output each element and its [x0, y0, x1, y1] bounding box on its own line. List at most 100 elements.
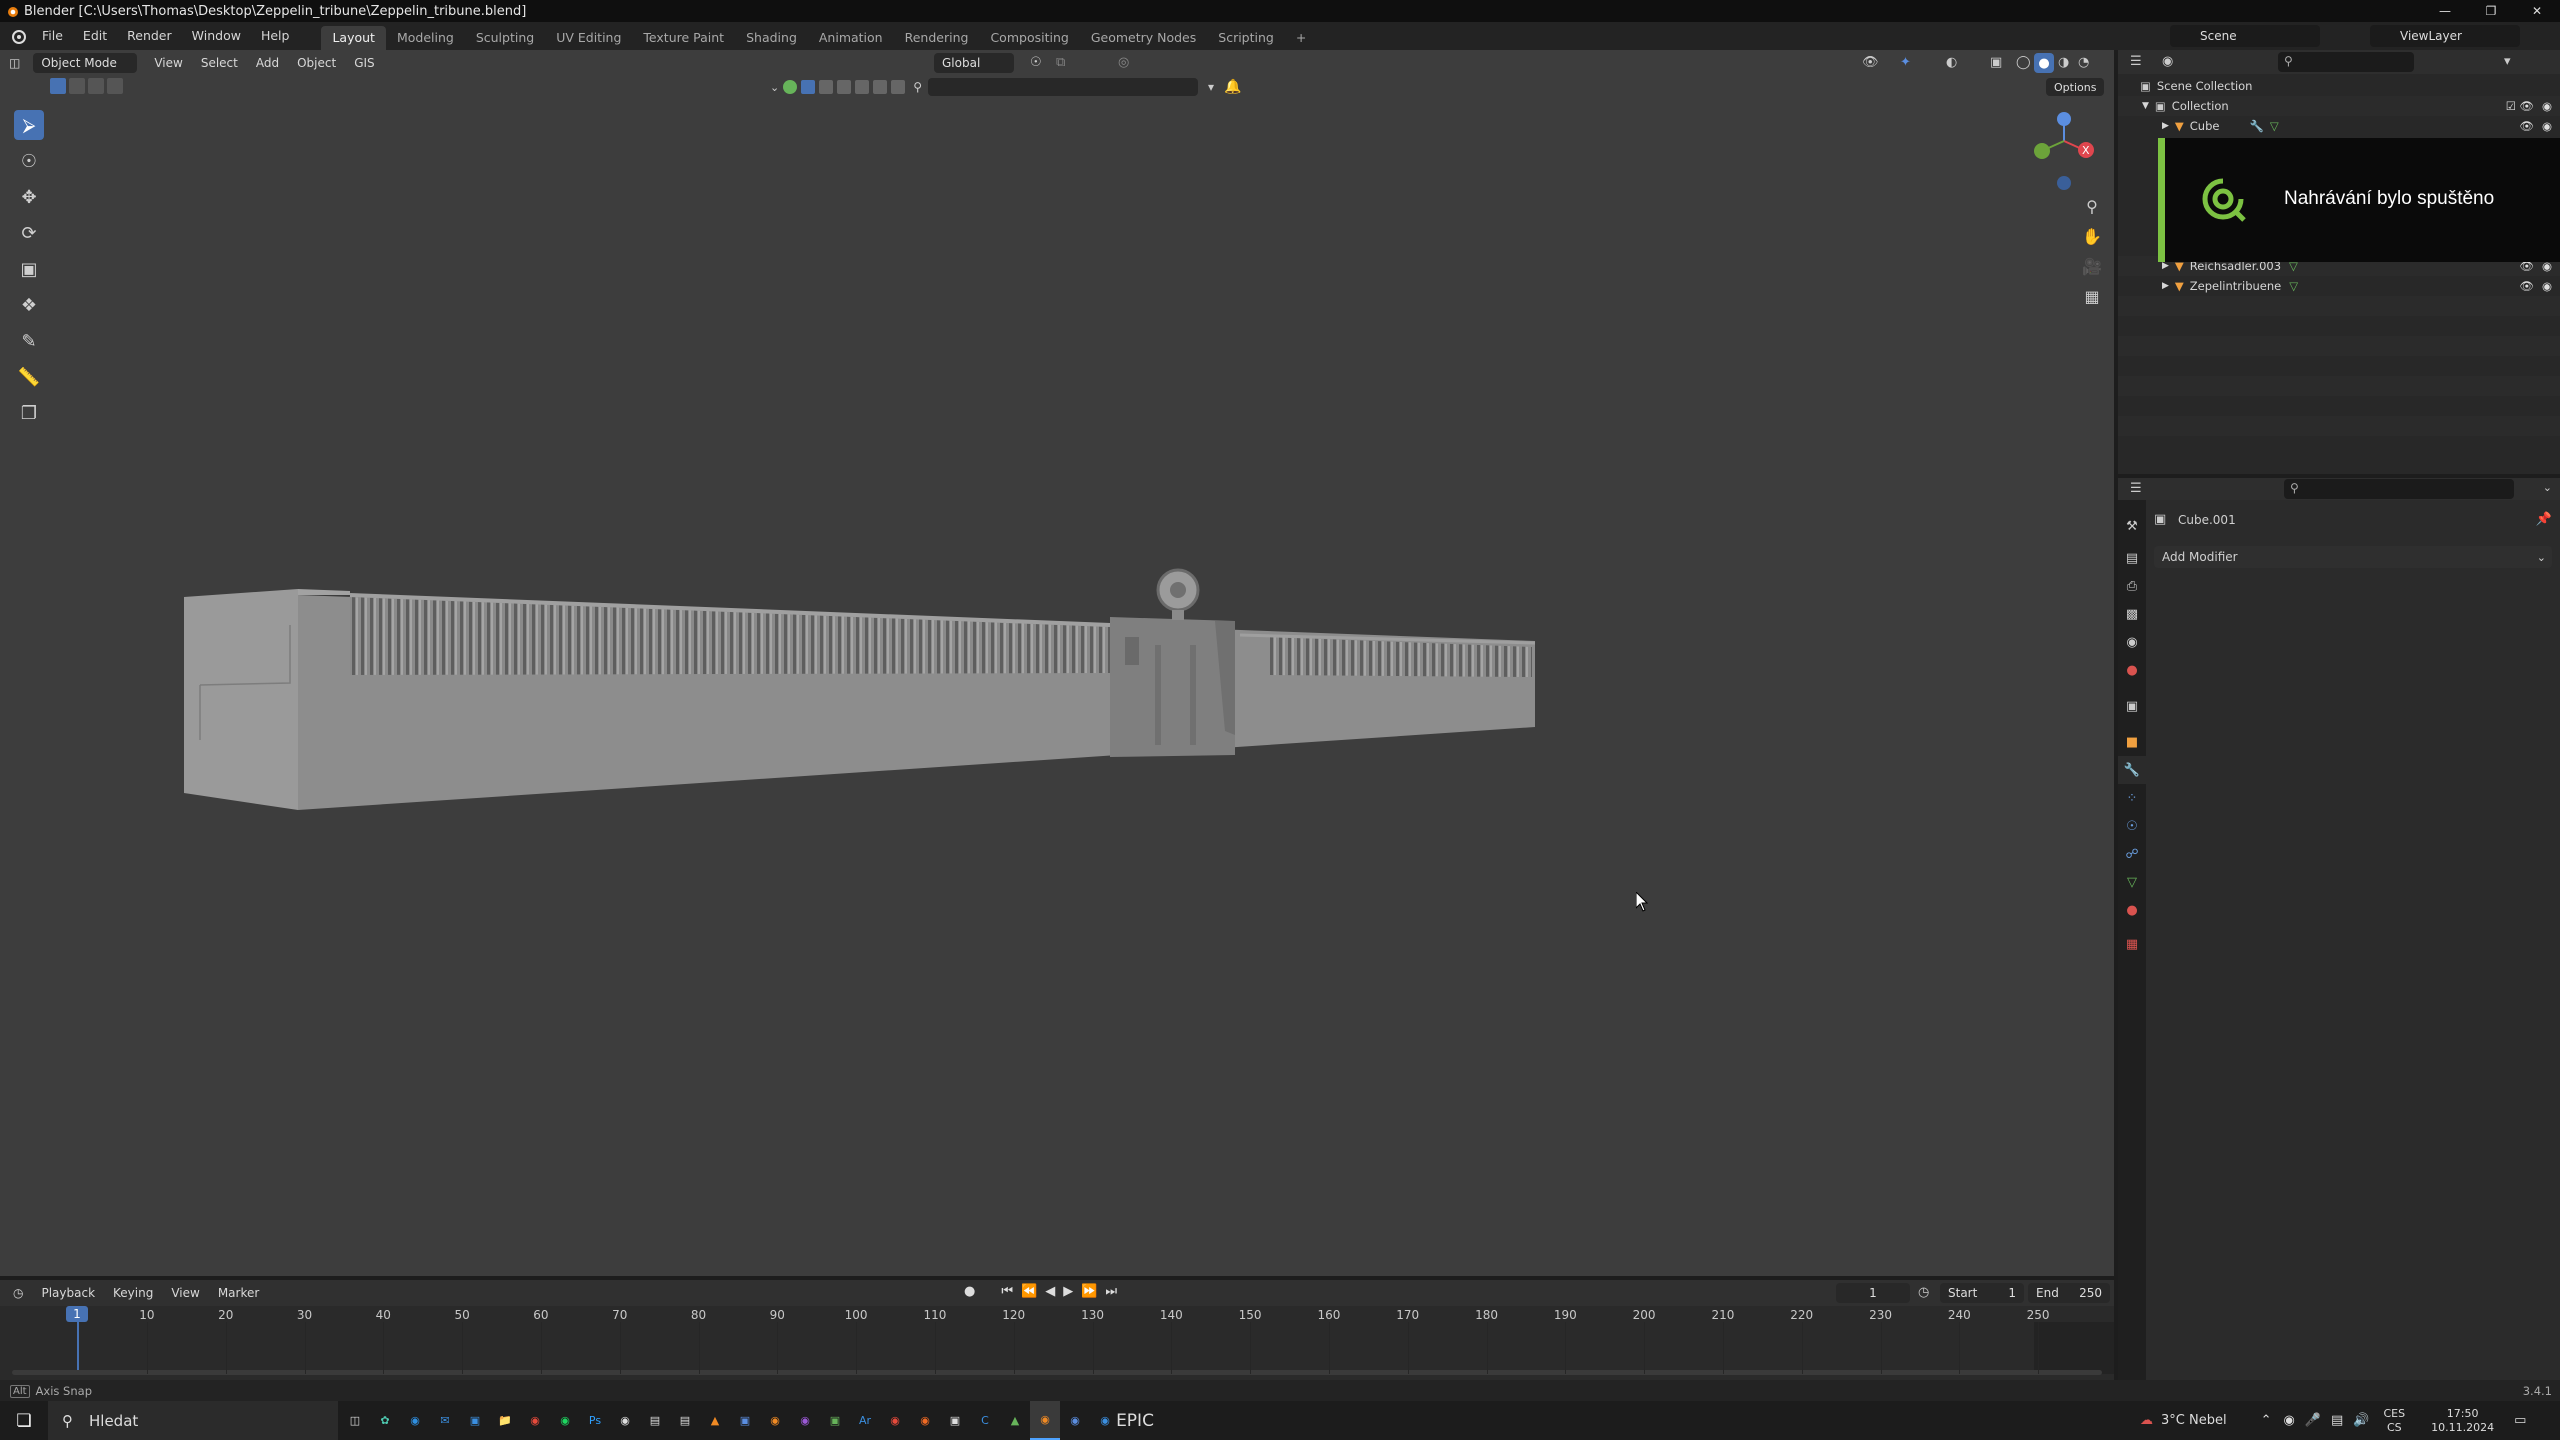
expand-arrow-icon[interactable]: ▼ — [2142, 101, 2149, 111]
properties-search-input[interactable] — [2284, 479, 2514, 499]
pin-icon[interactable]: 📌 — [2536, 512, 2552, 527]
camera-icon[interactable]: ◉ — [2542, 99, 2552, 113]
viewport-search-input[interactable] — [928, 78, 1199, 96]
measure-tool[interactable]: 📏 — [14, 362, 44, 392]
tab-texture-paint[interactable]: Texture Paint — [632, 26, 735, 50]
filter-curve-icon[interactable] — [819, 80, 834, 94]
files-icon[interactable]: 📁 — [490, 1401, 520, 1440]
menu-view[interactable]: View — [162, 1286, 208, 1300]
photoshop-icon[interactable]: Ps — [580, 1401, 610, 1440]
chevron-down-icon[interactable]: ⌄ — [2543, 481, 2552, 494]
constraints-tab-icon[interactable]: ☍ — [2118, 840, 2146, 868]
app-ar-icon[interactable]: Ar — [850, 1401, 880, 1440]
tray-chevron-icon[interactable]: ⌃ — [2261, 1413, 2272, 1428]
proportional-edit-icon[interactable]: ◎ — [1118, 55, 1129, 70]
bell-icon[interactable]: 🔔 — [1224, 79, 1241, 95]
app-green-icon[interactable]: ✿ — [370, 1401, 400, 1440]
add-modifier-button[interactable]: Add Modifier ⌄ — [2154, 546, 2552, 568]
menu-edit[interactable]: Edit — [73, 22, 117, 50]
menu-keying[interactable]: Keying — [104, 1286, 162, 1300]
app-orange-icon[interactable]: ◉ — [910, 1401, 940, 1440]
select-box-tool[interactable]: ⮚ — [14, 110, 44, 140]
app-bird-icon[interactable]: ◉ — [1060, 1401, 1090, 1440]
app-dark-icon[interactable]: ▣ — [940, 1401, 970, 1440]
object-type-icon[interactable] — [783, 80, 798, 94]
render-tab-icon[interactable]: ▤ — [2118, 544, 2146, 572]
gizmo-icon[interactable]: ✦ — [1900, 55, 1911, 70]
prev-keyframe-icon[interactable]: ⏪ — [1021, 1284, 1037, 1299]
outliner-item-zepelintribuene[interactable]: ▶ ▼ Zepelintribuene ▽ 👁 ◉ — [2118, 276, 2560, 296]
mail-icon[interactable]: ✉ — [430, 1401, 460, 1440]
scale-tool[interactable]: ▣ — [14, 254, 44, 284]
eye-icon[interactable]: 👁 — [2519, 279, 2534, 293]
microphone-icon[interactable]: 🎤 — [2305, 1413, 2321, 1428]
document2-icon[interactable]: ▤ — [670, 1401, 700, 1440]
record-button[interactable]: ● — [964, 1284, 975, 1299]
menu-select[interactable]: Select — [192, 56, 247, 70]
expand-arrow-icon[interactable]: ▶ — [2162, 261, 2169, 271]
annotate-tool[interactable]: ✎ — [14, 326, 44, 356]
material-tab-icon[interactable]: ● — [2118, 896, 2146, 924]
output-tab-icon[interactable]: ⎙ — [2118, 572, 2146, 600]
wireframe-shading-icon[interactable]: ◯ — [2016, 55, 2031, 70]
blender-icon[interactable]: ◉ — [760, 1401, 790, 1440]
network-icon[interactable]: ▤ — [2331, 1413, 2343, 1428]
camera-icon[interactable]: ◉ — [2542, 279, 2552, 293]
app-purple-icon[interactable]: ◉ — [790, 1401, 820, 1440]
app-green2-icon[interactable]: ▣ — [820, 1401, 850, 1440]
outliner-item-cube[interactable]: ▶ ▼ Cube 🔧 ▽ 👁 ◉ — [2118, 116, 2560, 136]
app-red-icon[interactable]: ◉ — [880, 1401, 910, 1440]
jump-start-icon[interactable]: ⏮ — [1001, 1284, 1013, 1299]
playhead[interactable]: 1 — [66, 1306, 88, 1322]
checkbox-icon[interactable]: ☑ — [2506, 99, 2516, 113]
tab-layout[interactable]: Layout — [321, 26, 386, 50]
start-frame-field[interactable]: Start 1 — [1940, 1283, 2024, 1303]
taskbar-search[interactable]: ⚲ Hledat — [48, 1401, 338, 1440]
chrome-icon[interactable]: ◉ — [520, 1401, 550, 1440]
navigation-gizmo[interactable]: X — [2020, 105, 2100, 195]
solid-shading-icon[interactable]: ● — [2034, 53, 2054, 73]
pivot-icon[interactable]: ☉ — [1030, 55, 1042, 70]
expand-arrow-icon[interactable]: ▶ — [2162, 121, 2169, 131]
outliner-scene-collection[interactable]: ▣ Scene Collection — [2118, 76, 2560, 96]
rotate-tool[interactable]: ⟳ — [14, 218, 44, 248]
minimize-button[interactable]: — — [2422, 0, 2468, 22]
menu-file[interactable]: File — [32, 22, 73, 50]
current-frame-field[interactable]: 1 — [1836, 1283, 1910, 1303]
add-cube-tool[interactable]: ❐ — [14, 398, 44, 428]
editor-type-icon[interactable]: ☰ — [2130, 54, 2142, 69]
filter-icon[interactable]: ▾ — [2504, 54, 2511, 69]
physics-tab-icon[interactable]: ☉ — [2118, 812, 2146, 840]
tab-uv-editing[interactable]: UV Editing — [545, 26, 632, 50]
filter-mesh-icon[interactable] — [801, 80, 816, 94]
move-tool[interactable]: ✥ — [14, 182, 44, 212]
edge-icon[interactable]: ◉ — [400, 1401, 430, 1440]
speaker-icon[interactable]: 🔊 — [2353, 1413, 2369, 1428]
menu-add[interactable]: Add — [247, 56, 288, 70]
transform-tool[interactable]: ❖ — [14, 290, 44, 320]
expand-arrow-icon[interactable]: ▶ — [2162, 281, 2169, 291]
tool-tab-icon[interactable]: ⚒ — [2118, 512, 2146, 540]
eye-icon[interactable]: 👁 — [2519, 99, 2534, 113]
tab-rendering[interactable]: Rendering — [894, 26, 980, 50]
tab-scripting[interactable]: Scripting — [1207, 26, 1285, 50]
editor-type-icon[interactable]: ◷ — [4, 1286, 32, 1300]
filter-camera-icon[interactable] — [855, 80, 870, 94]
spotify-icon[interactable]: ◉ — [550, 1401, 580, 1440]
options-button[interactable]: Options — [2046, 78, 2105, 96]
select-new-icon[interactable] — [50, 78, 66, 94]
task-view-icon[interactable]: ◫ — [340, 1401, 370, 1440]
snap-icon[interactable]: ⧉ — [1056, 55, 1065, 70]
overlay-icon[interactable]: ◐ — [1946, 55, 1957, 70]
tab-sculpting[interactable]: Sculpting — [465, 26, 545, 50]
close-button[interactable]: ✕ — [2514, 0, 2560, 22]
editor-type-icon[interactable]: ◫ — [0, 56, 29, 70]
display-mode-icon[interactable]: ◉ — [2162, 54, 2173, 69]
pan-hand-icon[interactable]: ✋ — [2078, 222, 2106, 250]
tab-geometry-nodes[interactable]: Geometry Nodes — [1080, 26, 1207, 50]
timeline-scrollbar[interactable] — [12, 1370, 2102, 1375]
blender-menu-icon[interactable] — [10, 28, 26, 44]
outliner-search-input[interactable] — [2278, 52, 2414, 72]
clock[interactable]: 17:50 10.11.2024 — [2431, 1407, 2494, 1435]
menu-view[interactable]: View — [145, 56, 191, 70]
